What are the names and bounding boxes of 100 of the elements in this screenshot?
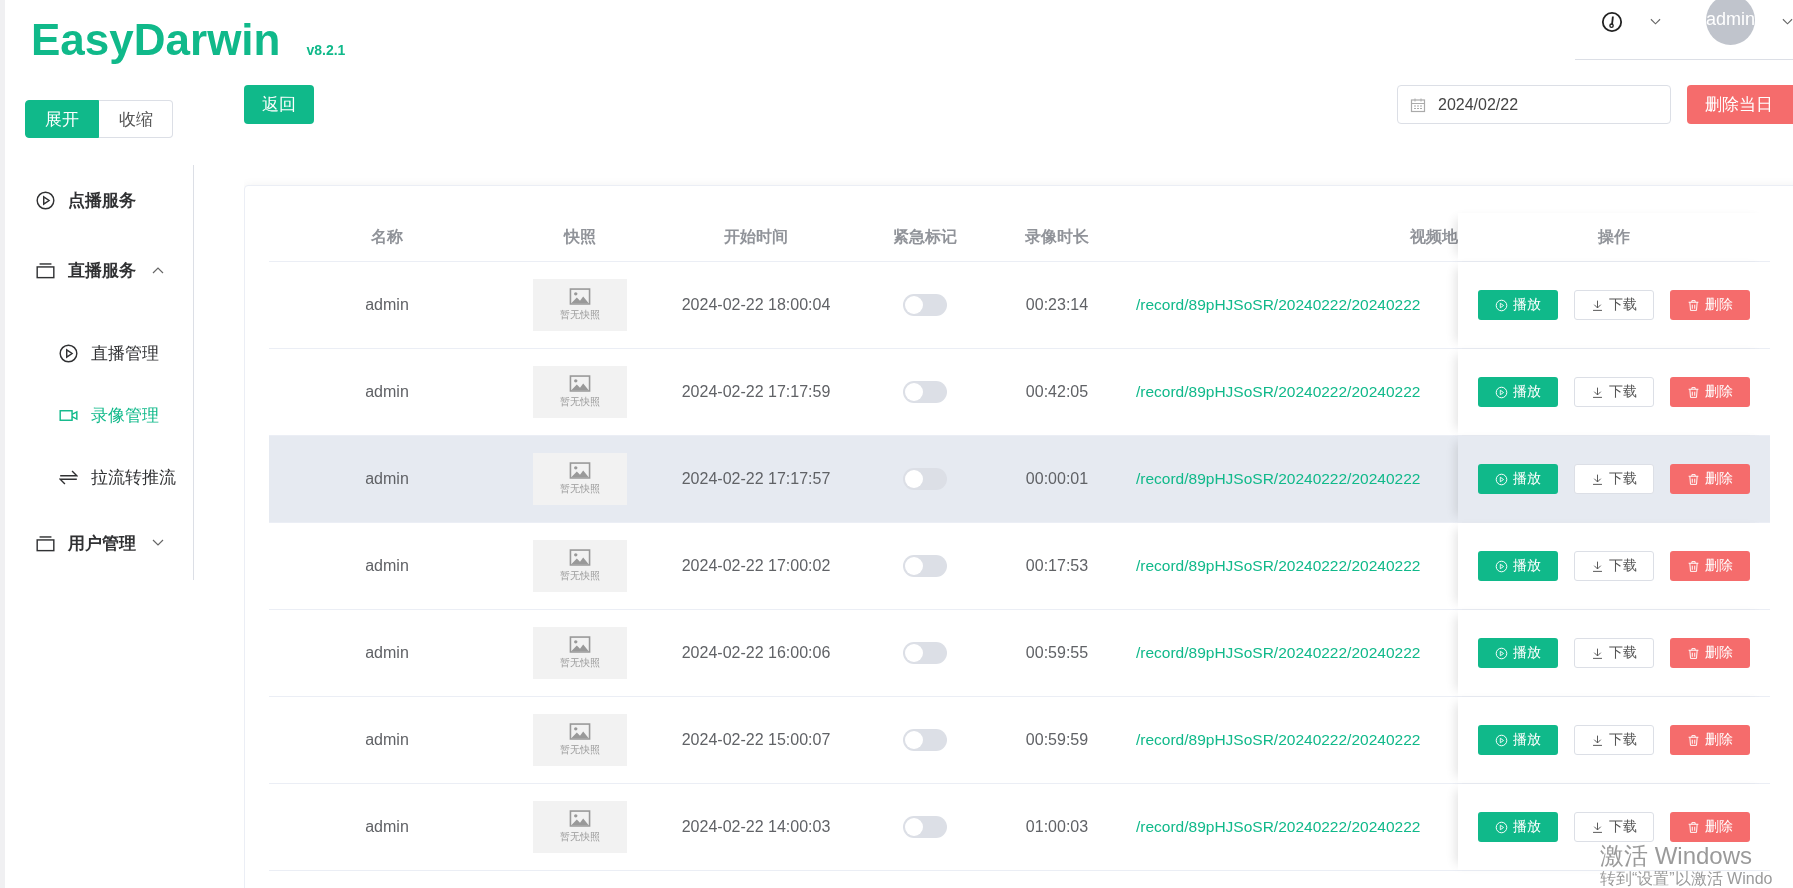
table-cell: 2024-02-22 17:17:59 — [681, 383, 831, 401]
download-button[interactable]: 下载 — [1574, 464, 1654, 494]
menu-item[interactable]: 用户管理 — [5, 508, 193, 578]
chevron-down-icon[interactable] — [1782, 17, 1793, 26]
delete-button[interactable]: 删除 — [1670, 377, 1750, 407]
play-button[interactable]: 播放 — [1478, 812, 1558, 842]
download-icon — [1591, 820, 1604, 834]
delete-button[interactable]: 删除 — [1670, 812, 1750, 842]
table-cell: admin — [365, 644, 409, 662]
video-link[interactable]: /record/89pHJSoSR/20240222/20240222 — [1136, 296, 1421, 314]
menu-item[interactable]: 拉流转推流 — [5, 446, 193, 508]
snapshot-placeholder: 暂无快照 — [533, 714, 627, 766]
menu-item[interactable]: 直播管理 — [5, 322, 193, 384]
chevron-down-icon[interactable] — [1650, 17, 1661, 26]
table-row[interactable]: admin 暂无快照 2024-02-22 18:00:04 00:23:14 /record/89pHJSoSR/20240222/20240222 播放 下载 删除 — [269, 262, 1770, 349]
table-row[interactable]: admin 暂无快照 2024-02-22 15:00:07 00:59:59 /record/89pHJSoSR/20240222/20240222 播放 下载 删除 — [269, 697, 1770, 784]
video-link[interactable]: /record/89pHJSoSR/20240222/20240222 — [1136, 557, 1421, 575]
menu-item[interactable]: 点播服务 — [5, 165, 193, 235]
table-cell: admin — [365, 557, 409, 575]
play-circle-icon — [1495, 472, 1508, 486]
back-button[interactable]: 返回 — [244, 85, 314, 124]
play-button[interactable]: 播放 — [1478, 638, 1558, 668]
gauge-icon[interactable] — [1601, 9, 1623, 34]
download-icon — [1591, 733, 1604, 747]
column-header: 紧急标记 — [893, 226, 957, 247]
table-cell: admin — [365, 470, 409, 488]
table-cell: 01:00:03 — [1025, 818, 1089, 836]
download-icon — [1591, 385, 1604, 399]
table-cell: 00:00:01 — [1025, 470, 1089, 488]
delete-day-button[interactable]: 删除当日 — [1687, 85, 1793, 124]
column-header: 快照 — [564, 226, 596, 247]
menu-item[interactable]: 录像管理 — [5, 384, 193, 446]
chevron-down-icon — [152, 539, 164, 547]
activation-notice-text: 转到“设置”以激活 Windo — [1600, 871, 1773, 887]
play-circle-icon — [59, 343, 78, 363]
play-circle-icon — [1495, 733, 1508, 747]
play-circle-icon — [36, 190, 55, 210]
download-button[interactable]: 下载 — [1574, 725, 1654, 755]
download-button[interactable]: 下载 — [1574, 377, 1654, 407]
play-button[interactable]: 播放 — [1478, 464, 1558, 494]
download-icon — [1591, 298, 1604, 312]
play-button[interactable]: 播放 — [1478, 725, 1558, 755]
play-button[interactable]: 播放 — [1478, 551, 1558, 581]
table-row[interactable]: admin 暂无快照 2024-02-22 17:17:57 00:00:01 /record/89pHJSoSR/20240222/20240222 播放 下载 删除 — [269, 436, 1770, 523]
delete-button[interactable]: 删除 — [1670, 638, 1750, 668]
video-link[interactable]: /record/89pHJSoSR/20240222/20240222 — [1136, 383, 1421, 401]
download-icon — [1591, 472, 1604, 486]
toggle-switch[interactable] — [903, 642, 947, 664]
table-cell: admin — [365, 731, 409, 749]
download-icon — [1591, 559, 1604, 573]
toggle-switch[interactable] — [903, 555, 947, 577]
table-cell: 2024-02-22 16:00:06 — [681, 644, 831, 662]
delete-button[interactable]: 删除 — [1670, 464, 1750, 494]
video-link[interactable]: /record/89pHJSoSR/20240222/20240222 — [1136, 731, 1421, 749]
toggle-switch[interactable] — [903, 294, 947, 316]
toggle-switch[interactable] — [903, 816, 947, 838]
video-link[interactable]: /record/89pHJSoSR/20240222/20240222 — [1136, 644, 1421, 662]
delete-button[interactable]: 删除 — [1670, 725, 1750, 755]
column-header: 开始时间 — [724, 226, 788, 247]
table-cell: 2024-02-22 14:00:03 — [681, 818, 831, 836]
table-cell: 00:42:05 — [1025, 383, 1089, 401]
table-cell: 00:59:59 — [1025, 731, 1089, 749]
download-button[interactable]: 下载 — [1574, 812, 1654, 842]
video-link[interactable]: /record/89pHJSoSR/20240222/20240222 — [1136, 470, 1421, 488]
table-cell: admin — [365, 383, 409, 401]
play-button[interactable]: 播放 — [1478, 377, 1558, 407]
delete-button[interactable]: 删除 — [1670, 290, 1750, 320]
toggle-tab[interactable]: 收缩 — [99, 100, 173, 138]
trash-icon — [1687, 559, 1700, 573]
snapshot-placeholder: 暂无快照 — [533, 540, 627, 592]
menu-item[interactable]: 直播服务 — [5, 235, 193, 305]
table-row[interactable]: admin 暂无快照 2024-02-22 16:00:06 00:59:55 /record/89pHJSoSR/20240222/20240222 播放 下载 删除 — [269, 610, 1770, 697]
table-cell: 2024-02-22 17:17:57 — [681, 470, 831, 488]
date-field[interactable]: 2024/02/22 — [1397, 85, 1671, 124]
download-button[interactable]: 下载 — [1574, 551, 1654, 581]
download-button[interactable]: 下载 — [1574, 638, 1654, 668]
table-cell: admin — [365, 818, 409, 836]
table-cell: 2024-02-22 17:00:02 — [681, 557, 831, 575]
video-link[interactable]: /record/89pHJSoSR/20240222/20240222 — [1136, 818, 1421, 836]
toggle-switch[interactable] — [903, 381, 947, 403]
trash-icon — [1687, 298, 1700, 312]
play-button[interactable]: 播放 — [1478, 290, 1558, 320]
snapshot-placeholder: 暂无快照 — [533, 453, 627, 505]
calendar-icon — [1410, 96, 1426, 113]
table-cell: 00:23:14 — [1025, 296, 1089, 314]
table-row[interactable]: admin 暂无快照 2024-02-22 17:17:59 00:42:05 /record/89pHJSoSR/20240222/20240222 播放 下载 删除 — [269, 349, 1770, 436]
delete-button[interactable]: 删除 — [1670, 551, 1750, 581]
version-label: v8.2.1 — [306, 42, 346, 58]
table-cell: 00:17:53 — [1025, 557, 1089, 575]
snapshot-placeholder: 暂无快照 — [533, 366, 627, 418]
column-header: 录像时长 — [1025, 226, 1089, 247]
table-row[interactable]: admin 暂无快照 2024-02-22 17:00:02 00:17:53 /record/89pHJSoSR/20240222/20240222 播放 下载 删除 — [269, 523, 1770, 610]
window-icon — [36, 260, 55, 280]
table-cell: 2024-02-22 15:00:07 — [681, 731, 831, 749]
download-button[interactable]: 下载 — [1574, 290, 1654, 320]
toggle-switch[interactable] — [903, 468, 947, 490]
toggle-tab[interactable]: 展开 — [25, 100, 99, 138]
toggle-switch[interactable] — [903, 729, 947, 751]
chevron-up-icon — [152, 266, 164, 274]
user-avatar[interactable]: admin — [1705, 0, 1755, 45]
